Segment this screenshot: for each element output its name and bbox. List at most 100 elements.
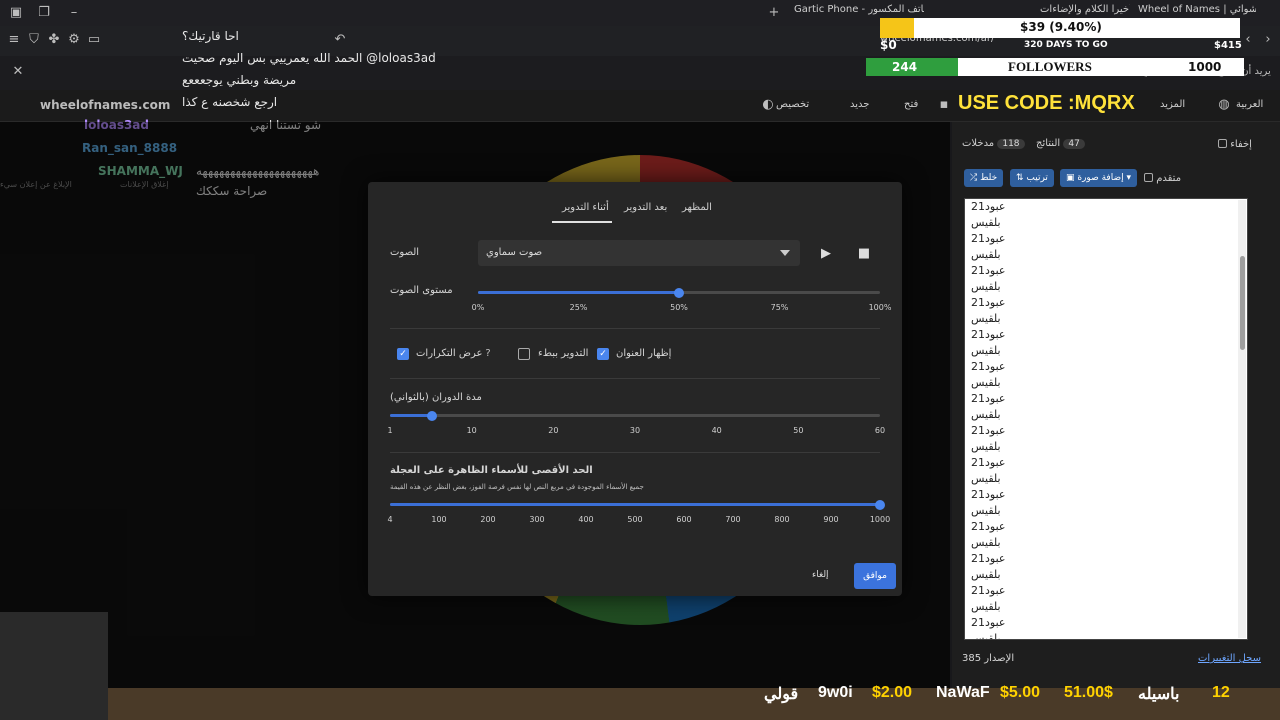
tab-appearance[interactable]: المظهر	[682, 202, 712, 213]
save-icon[interactable]: ▪	[936, 97, 952, 113]
divider	[390, 328, 880, 329]
max-names-tick-label: 200	[480, 515, 496, 524]
max-names-tick-label: 500	[627, 515, 643, 524]
max-names-label: الحد الأقصى للأسماء الظاهرة على العجلة	[390, 465, 593, 476]
ticker-item: 9w0i	[818, 684, 853, 701]
entry-line: بلقيس	[971, 344, 1001, 357]
entries-scrollbar-thumb[interactable]	[1240, 256, 1245, 350]
max-names-tick-label: 1000	[869, 515, 891, 524]
entry-line: بلقيس	[971, 472, 1001, 485]
volume-tick-label: 100%	[868, 303, 892, 312]
entry-line: بلقيس	[971, 312, 1001, 325]
hide-toggle[interactable]: إخفاء	[1218, 138, 1252, 150]
show-duplicates-checkbox[interactable]: ✓	[397, 348, 409, 360]
entry-line: بلقيس	[971, 440, 1001, 453]
entry-line: عبود21	[971, 328, 1006, 341]
volume-slider-fill	[478, 291, 679, 294]
entry-line: بلقيس	[971, 632, 1001, 640]
ok-button[interactable]: موافق	[854, 563, 896, 589]
spin-tick-label: 1	[387, 426, 393, 435]
slow-spin-checkbox[interactable]	[518, 348, 530, 360]
entry-line: بلقيس	[971, 248, 1001, 261]
max-names-tick-label: 700	[725, 515, 741, 524]
tab-entries[interactable]: مدخلات 118	[962, 138, 1025, 149]
spin-tick-label: 30	[629, 426, 641, 435]
max-names-tick-label: 900	[823, 515, 839, 524]
nav-language[interactable]: العربية	[1236, 99, 1263, 110]
tab-during-spin[interactable]: أثناء التدوير	[562, 202, 609, 213]
volume-slider-handle[interactable]	[674, 288, 684, 298]
panel-icon[interactable]: ▭	[86, 32, 102, 48]
help-icon[interactable]: ?	[480, 346, 496, 362]
minimize-icon[interactable]: –	[66, 5, 82, 21]
tab-after-spin[interactable]: بعد التدوير	[624, 202, 667, 213]
max-names-hint: جميع الأسماء الموجودة في مربع النص لها ن…	[390, 483, 644, 491]
show-title-checkbox[interactable]: ✓	[597, 348, 609, 360]
spin-duration-slider-handle[interactable]	[426, 411, 437, 421]
donation-goal-fill	[880, 18, 914, 38]
max-names-tick-label: 300	[529, 515, 545, 524]
nav-customize[interactable]: تخصيص	[776, 99, 809, 110]
back-icon[interactable]: ↶	[332, 32, 348, 48]
entry-line: بلقيس	[971, 376, 1001, 389]
followers-target: 1000	[1188, 60, 1222, 74]
days-to-go: 320 DAYS TO GO	[1024, 40, 1108, 50]
show-duplicates-label: عرض التكرارات	[416, 348, 483, 359]
shield-icon[interactable]: ⛉	[26, 32, 42, 48]
entry-line: عبود21	[971, 488, 1006, 501]
palette-icon[interactable]: ◐	[760, 97, 776, 113]
nav-forward-icon[interactable]: ›	[1260, 32, 1276, 48]
sound-select-value: صوت سماوي	[486, 247, 543, 258]
chat-message: ارجع شخصنه ع كذا	[182, 95, 278, 109]
ticker-item: $5.00	[1000, 684, 1041, 701]
add-image-button[interactable]: ▣ إضافة صورة ▾	[1060, 169, 1137, 187]
stop-icon[interactable]: ■	[856, 246, 872, 262]
spin-tick-label: 60	[874, 426, 886, 435]
nav-more[interactable]: المزيد	[1160, 99, 1185, 110]
max-names-tick-label: 4	[387, 515, 393, 524]
spin-tick-label: 40	[711, 426, 722, 435]
settings-icon[interactable]: ⚙	[66, 32, 82, 48]
tab-results[interactable]: النتائج 47	[1036, 138, 1085, 149]
entry-line: عبود21	[971, 296, 1006, 309]
ticker-item: باسيله	[1138, 686, 1180, 703]
close-infobar-icon[interactable]: ✕	[10, 64, 26, 80]
donation-goal-text: $39 (9.40%)	[1020, 20, 1102, 34]
window-menu-icon[interactable]: ▣	[8, 5, 24, 21]
entries-textbox[interactable]: عبود21 بلقيس عبود21 بلقيس عبود21 بلقيس عبود21 ب…	[964, 198, 1248, 640]
promo-code: USE CODE :MQRX	[958, 92, 1135, 114]
max-names-tick-label: 400	[578, 515, 594, 524]
goal-max: $415	[1214, 40, 1242, 51]
entry-line: عبود21	[971, 360, 1006, 373]
spin-tick-label: 10	[466, 426, 477, 435]
entry-line: عبود21	[971, 584, 1006, 597]
chat-message: الحمد الله يعمرييي بس اليوم صحيت @loloas…	[182, 51, 436, 65]
max-names-tick-label: 800	[774, 515, 790, 524]
entry-line: عبود21	[971, 392, 1006, 405]
extension-icon[interactable]: ✤	[46, 32, 62, 48]
changelog-link[interactable]: سجل التغييرات	[1198, 653, 1261, 664]
slow-spin-label: التدوير ببطء	[538, 348, 589, 359]
cancel-button[interactable]: إلغاء	[812, 570, 829, 580]
new-tab-icon[interactable]: +	[766, 5, 782, 21]
nav-new[interactable]: جديد	[850, 99, 869, 110]
spin-duration-slider-fill	[390, 414, 432, 417]
volume-label: مستوى الصوت	[390, 285, 453, 296]
nav-open[interactable]: فتح	[904, 99, 918, 110]
max-names-slider-fill	[390, 503, 880, 506]
ticker-item: قولي	[764, 686, 799, 703]
nav-back-icon[interactable]: ‹	[1240, 32, 1256, 48]
entry-line: عبود21	[971, 552, 1006, 565]
advanced-toggle[interactable]: متقدم	[1144, 172, 1181, 184]
sort-button[interactable]: ⇅ ترتيب	[1010, 169, 1054, 187]
shuffle-button[interactable]: ⤮ خلط	[964, 169, 1004, 187]
entry-line: بلقيس	[971, 216, 1001, 229]
spin-tick-label: 20	[548, 426, 559, 435]
restore-icon[interactable]: ❐	[36, 5, 52, 21]
play-icon[interactable]: ▶	[818, 246, 834, 262]
max-names-slider-handle[interactable]	[875, 500, 885, 510]
spin-duration-slider[interactable]	[390, 414, 880, 417]
entry-line: عبود21	[971, 200, 1006, 213]
hamburger-menu-icon[interactable]: ≡	[6, 32, 22, 48]
entry-line: بلقيس	[971, 280, 1001, 293]
